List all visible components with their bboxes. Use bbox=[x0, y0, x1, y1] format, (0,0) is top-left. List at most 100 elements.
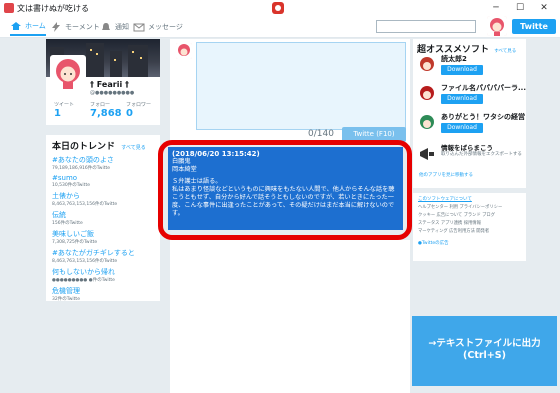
quote-author: 岡本綺堂 bbox=[172, 166, 197, 173]
trend-name: #sumo bbox=[52, 174, 78, 182]
minimize-button[interactable]: ─ bbox=[484, 0, 508, 16]
tab-messages-label: メッセージ bbox=[148, 23, 183, 31]
export-label: →テキストファイルに出力 bbox=[428, 338, 541, 349]
trend-name: 危機管理 bbox=[52, 287, 80, 295]
ads-link[interactable]: ●Twitteの広告 bbox=[418, 240, 521, 246]
list-item: ありがとう！ワタシの経営 Download bbox=[417, 111, 525, 137]
maximize-button[interactable]: ☐ bbox=[508, 0, 532, 16]
profile-card: † Fearii † @●●●●●●●●● ツイート 1 フォロー 7,868 … bbox=[46, 39, 160, 125]
window-title: 文は書けぬが吃ける bbox=[17, 4, 89, 13]
tab-moments-label: モーメント bbox=[65, 23, 100, 31]
app-thumbnail bbox=[417, 113, 437, 133]
avatar-icon bbox=[52, 57, 84, 89]
recommend-panel: 超オススメソフト すべて見る 読太郎2 Download ファイル名パパパパーラ… bbox=[413, 39, 526, 188]
quote-body: Ｓ弁護士は語る。 私はあまり怪談などというものに興味をもたない人間で、他人からそ… bbox=[172, 178, 395, 217]
app-name: ありがとう！ワタシの経営 bbox=[441, 113, 525, 121]
list-item: 読太郎2 Download bbox=[417, 53, 522, 79]
trend-name: 土俵から bbox=[52, 192, 80, 200]
footer-links-row[interactable]: ステータス アプリ連携 採用情報 bbox=[418, 220, 521, 226]
trend-name: #あなたの頭のよさ bbox=[52, 156, 114, 164]
list-item[interactable]: 土俵から 8,463,763,153,156件のTwitte bbox=[52, 191, 154, 207]
stat-following-label: フォロー bbox=[90, 102, 111, 108]
list-item[interactable]: #あなたがガチギレすると 8,463,763,153,156件のTwitte bbox=[52, 248, 154, 264]
app-icon bbox=[417, 84, 437, 104]
about-link[interactable]: このソフトウェアについて bbox=[418, 196, 521, 202]
app-icon bbox=[4, 3, 14, 13]
trend-meta: 79,189,186,916件のTwitte bbox=[52, 166, 111, 171]
app-name: ファイル名パパパパーラ... bbox=[441, 84, 526, 92]
brand-logo-icon bbox=[272, 2, 284, 14]
download-button[interactable]: Download bbox=[441, 65, 483, 75]
nav-bar: ホーム モーメント 通知 メッセージ Twitte bbox=[0, 16, 560, 38]
list-item[interactable]: 伝統 156件のTwitte bbox=[52, 210, 154, 226]
app-icon bbox=[417, 113, 437, 133]
trend-name: 美味しいご飯 bbox=[52, 230, 94, 238]
tab-home-label: ホーム bbox=[25, 22, 46, 30]
list-item[interactable]: 美味しいご飯 7,308,725件のTwitte bbox=[52, 229, 154, 245]
center-lower-panel bbox=[170, 240, 410, 393]
recommend-footer-link[interactable]: 他のアプリを見に移動する bbox=[419, 172, 473, 178]
quote-text-block[interactable]: (2018/06/20 13:15:42) 白鵬鬼 岡本綺堂 Ｓ弁護士は語る。 … bbox=[168, 147, 403, 230]
tab-moments[interactable]: モーメント bbox=[50, 18, 100, 36]
trend-name: 伝統 bbox=[52, 211, 66, 219]
stat-following-value[interactable]: 7,868 bbox=[90, 108, 122, 119]
trend-meta: 32件のTwitte bbox=[52, 297, 80, 302]
list-item[interactable]: 情報をばらまこう 取り込んだ外部情報をエクスポートする bbox=[417, 142, 522, 168]
download-button[interactable]: Download bbox=[441, 94, 483, 104]
trend-name: 何もしないから帰れ bbox=[52, 268, 115, 276]
trend-meta: 8,463,763,153,156件のTwitte bbox=[52, 259, 118, 264]
list-item[interactable]: #sumo 10,530件のTwitte bbox=[52, 174, 154, 188]
avatar-icon bbox=[487, 16, 507, 36]
footer-links-row[interactable]: マーケティング 広告利用方法 開発者 bbox=[418, 228, 521, 234]
char-counter: 0/140 bbox=[308, 129, 334, 139]
avatar[interactable] bbox=[487, 16, 507, 36]
footer-panel: このソフトウェアについて ヘルプセンター 利用 プライバシーポリシー クッキー … bbox=[413, 193, 526, 261]
home-icon bbox=[11, 22, 21, 30]
avatar-icon bbox=[176, 43, 192, 59]
stat-followers-label: フォロワー bbox=[126, 102, 152, 108]
stat-tweets-value[interactable]: 1 bbox=[54, 108, 61, 119]
search-input[interactable] bbox=[376, 20, 476, 33]
trends-more-link[interactable]: すべて見る bbox=[121, 145, 145, 151]
list-item[interactable]: #あなたの頭のよさ 79,189,186,916件のTwitte bbox=[52, 155, 154, 171]
title-bar: 文は書けぬが吃ける ─ ☐ ✕ bbox=[0, 0, 560, 16]
lightning-icon bbox=[52, 22, 60, 32]
app-thumbnail bbox=[417, 55, 437, 75]
footer-links-row[interactable]: ヘルプセンター 利用 プライバシーポリシー bbox=[418, 204, 521, 210]
trends-panel: 本日のトレンド すべて見る #あなたの頭のよさ 79,189,186,916件のT… bbox=[46, 135, 160, 302]
profile-handle: @●●●●●●●●● bbox=[90, 90, 135, 96]
stat-tweets-label: ツイート bbox=[54, 102, 75, 108]
info-subtitle: 取り込んだ外部情報をエクスポートする bbox=[441, 152, 522, 157]
export-text-button[interactable]: →テキストファイルに出力 (Ctrl+S) bbox=[412, 316, 557, 386]
trend-meta: ●●●●●●●●● ●件のTwitte bbox=[52, 278, 115, 283]
quote-title: 白鵬鬼 bbox=[172, 158, 191, 165]
app-icon bbox=[417, 55, 437, 75]
tweet-textarea[interactable] bbox=[196, 42, 406, 130]
tweet-header-button[interactable]: Twitte bbox=[512, 19, 556, 34]
trend-meta: 7,308,725件のTwitte bbox=[52, 240, 98, 245]
tab-notifications-label: 通知 bbox=[115, 23, 129, 31]
trend-meta: 10,530件のTwitte bbox=[52, 183, 90, 188]
download-button[interactable]: Download bbox=[441, 123, 483, 133]
profile-name[interactable]: † Fearii † bbox=[90, 80, 129, 89]
close-button[interactable]: ✕ bbox=[532, 0, 556, 16]
list-item[interactable]: 何もしないから帰れ ●●●●●●●●● ●件のTwitte bbox=[52, 267, 154, 283]
tab-notifications[interactable]: 通知 bbox=[100, 18, 129, 36]
app-name: 読太郎2 bbox=[441, 55, 467, 63]
tab-messages[interactable]: メッセージ bbox=[133, 18, 183, 36]
quote-timestamp: (2018/06/20 13:15:42) bbox=[172, 150, 260, 158]
trends-title: 本日のトレンド bbox=[52, 142, 116, 152]
tab-home[interactable]: ホーム bbox=[10, 18, 46, 36]
footer-links-row[interactable]: クッキー 広告について ブランド ブログ bbox=[418, 212, 521, 218]
mail-icon bbox=[133, 23, 145, 32]
list-item[interactable]: 危機管理 32件のTwitte bbox=[52, 286, 154, 302]
broadcast-icon bbox=[417, 144, 437, 164]
list-item: ファイル名パパパパーラ... Download bbox=[417, 82, 526, 108]
trend-name: #あなたがガチギレすると bbox=[52, 249, 135, 257]
trend-meta: 8,463,763,153,156件のTwitte bbox=[52, 202, 118, 207]
export-shortcut: (Ctrl+S) bbox=[463, 350, 506, 361]
trend-meta: 156件のTwitte bbox=[52, 221, 83, 226]
profile-avatar[interactable] bbox=[50, 55, 86, 91]
stat-followers-value[interactable]: 0 bbox=[126, 108, 133, 119]
compose-avatar bbox=[176, 43, 192, 59]
